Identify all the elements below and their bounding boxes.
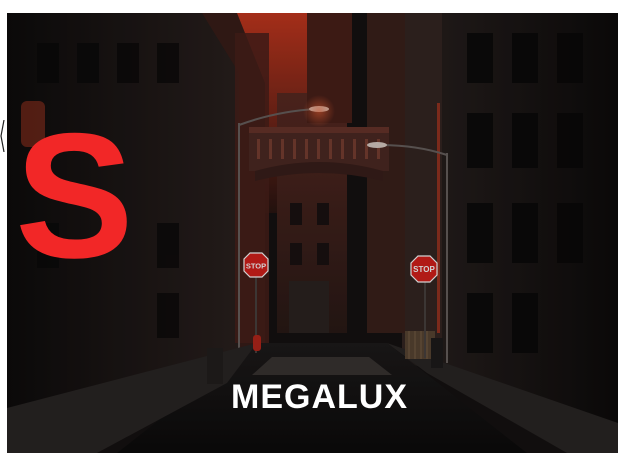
edge-mark [0, 120, 5, 152]
brand-initial: S [15, 96, 134, 295]
brand-name: MEGALUX [231, 378, 408, 416]
poster-frame: STOP STOP S MEGALUX [7, 13, 618, 453]
